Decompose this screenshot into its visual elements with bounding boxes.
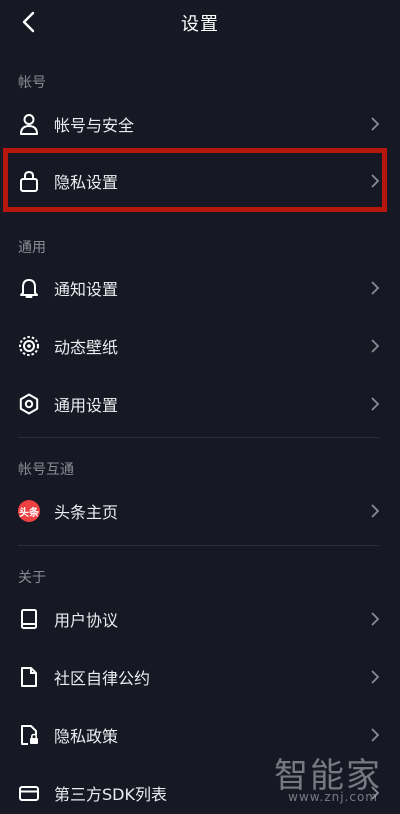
row-label: 第三方SDK列表 xyxy=(54,785,167,804)
row-notification-settings[interactable]: 通知设置 xyxy=(0,260,400,316)
row-label: 隐私政策 xyxy=(54,727,119,746)
chevron-right-icon xyxy=(370,397,380,411)
chevron-right-icon xyxy=(370,339,380,353)
toutiao-badge: 头条 xyxy=(18,500,40,522)
book-icon xyxy=(18,608,40,630)
watermark-url: www.znj.com xyxy=(288,790,378,804)
section-title-general: 通用 xyxy=(18,240,46,256)
document-icon xyxy=(18,666,40,688)
row-community-convention[interactable]: 社区自律公约 xyxy=(0,649,400,705)
document-lock-icon xyxy=(18,724,40,746)
gear-icon xyxy=(18,393,40,415)
card-icon xyxy=(18,782,40,804)
row-label: 社区自律公约 xyxy=(54,669,151,688)
page-title: 设置 xyxy=(181,14,219,35)
chevron-right-icon xyxy=(370,612,380,626)
section-title-about: 关于 xyxy=(18,570,46,586)
watermark: 智能家 www.znj.com xyxy=(272,748,382,808)
chevron-right-icon xyxy=(370,504,380,518)
row-user-agreement[interactable]: 用户协议 xyxy=(0,591,400,647)
toutiao-logo-icon: 头条 xyxy=(18,500,40,522)
highlight-box xyxy=(3,148,387,212)
row-label: 头条主页 xyxy=(54,503,119,522)
chevron-right-icon xyxy=(370,670,380,684)
row-label: 帐号与安全 xyxy=(54,116,135,135)
settings-page: 设置 帐号 帐号与安全 隐私设置 通用 通知设置 动态壁纸 通用设置 帐号互通 … xyxy=(0,0,400,814)
live-wallpaper-icon xyxy=(18,335,40,357)
row-account-security[interactable]: 帐号与安全 xyxy=(0,96,400,152)
row-label: 用户协议 xyxy=(54,611,119,630)
section-title-account: 帐号 xyxy=(18,75,46,91)
chevron-right-icon xyxy=(370,117,380,131)
row-label: 通用设置 xyxy=(54,396,119,415)
row-label: 动态壁纸 xyxy=(54,338,119,357)
row-general-settings[interactable]: 通用设置 xyxy=(0,376,400,432)
row-live-wallpaper[interactable]: 动态壁纸 xyxy=(0,318,400,374)
bell-icon xyxy=(18,277,40,299)
section-title-account-link: 帐号互通 xyxy=(18,462,74,478)
divider xyxy=(18,545,380,546)
row-toutiao-home[interactable]: 头条 头条主页 xyxy=(0,483,400,539)
chevron-right-icon xyxy=(370,728,380,742)
chevron-right-icon xyxy=(370,281,380,295)
row-label: 通知设置 xyxy=(54,280,119,299)
top-bar: 设置 xyxy=(0,0,400,44)
user-icon xyxy=(18,113,40,135)
divider xyxy=(18,437,380,438)
